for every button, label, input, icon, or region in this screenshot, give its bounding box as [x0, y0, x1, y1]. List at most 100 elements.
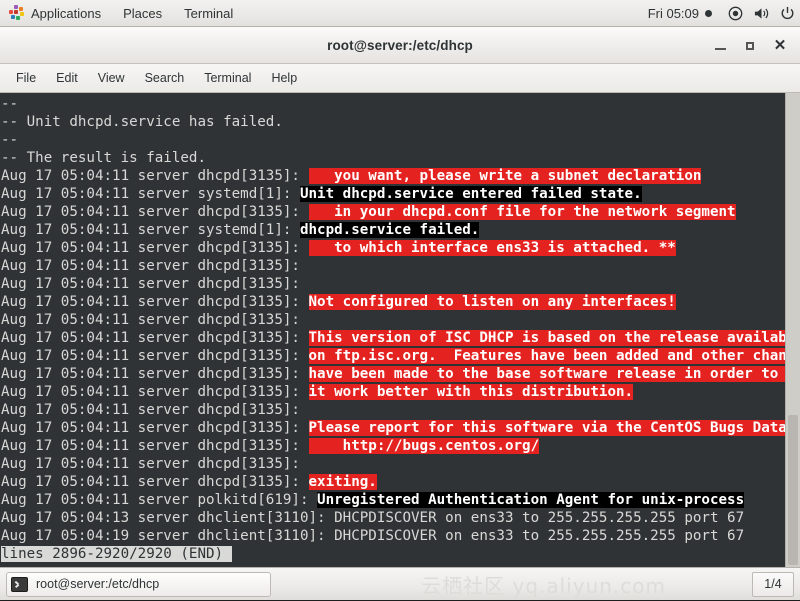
terminal-line: Aug 17 05:04:13 server dhclient[3110]: D…: [1, 509, 785, 527]
terminal-segment: it work better with this distribution.: [308, 384, 634, 400]
terminal-segment: dhcpd.service failed.: [299, 222, 480, 238]
terminal-segment: Unregistered Authentication Agent for un…: [317, 492, 745, 508]
menu-file[interactable]: File: [6, 64, 46, 93]
minimize-button[interactable]: [706, 32, 734, 60]
minimize-icon: [714, 48, 726, 50]
terminal-segment: Aug 17 05:04:11 server dhcpd[3135]:: [1, 294, 309, 310]
menu-search[interactable]: Search: [135, 64, 195, 93]
terminal-segment: Aug 17 05:04:11 server dhcpd[3135]:: [1, 348, 309, 364]
terminal-segment: -- Unit dhcpd.service has failed.: [1, 114, 283, 130]
terminal-segment: --: [1, 96, 19, 112]
terminal-segment: exiting.: [308, 474, 377, 490]
window-list-taskbar: root@server:/etc/dhcp 云栖社区 yq.aliyun.com…: [0, 567, 800, 600]
menu-terminal[interactable]: Terminal: [173, 0, 244, 27]
terminal-line: Aug 17 05:04:11 server dhcpd[3135]: This…: [1, 329, 785, 347]
workspace-switcher[interactable]: 1/4: [752, 571, 794, 597]
terminal-line: Aug 17 05:04:11 server systemd[1]: dhcpd…: [1, 221, 785, 239]
maximize-button[interactable]: [736, 32, 764, 60]
scrollbar-thumb[interactable]: [788, 415, 798, 565]
terminal-segment: Aug 17 05:04:11 server dhcpd[3135]:: [1, 204, 309, 220]
terminal-segment: lines 2896-2920/2920 (END): [1, 546, 224, 562]
terminal-segment: Aug 17 05:04:11 server dhcpd[3135]:: [1, 366, 309, 382]
terminal-segment: Aug 17 05:04:11 server dhcpd[3135]:: [1, 276, 309, 292]
terminal-line: Aug 17 05:04:11 server dhcpd[3135]: exit…: [1, 473, 785, 491]
terminal-segment: --: [1, 132, 19, 148]
terminal-segment: Aug 17 05:04:19 server dhclient[3110]: D…: [1, 528, 745, 544]
terminal-line: Aug 17 05:04:11 server dhcpd[3135]: on f…: [1, 347, 785, 365]
terminal-line: Aug 17 05:04:11 server dhcpd[3135]: Not …: [1, 293, 785, 311]
terminal-segment: http://bugs.centos.org/: [308, 438, 540, 454]
terminal-segment: Aug 17 05:04:11 server dhcpd[3135]:: [1, 420, 309, 436]
menu-help[interactable]: Help: [261, 64, 307, 93]
terminal-line: Aug 17 05:04:11 server dhcpd[3135]: it w…: [1, 383, 785, 401]
terminal-output[interactable]: -- -- Unit dhcpd.service has failed. -- -- …: [0, 93, 785, 567]
app-grid-icon: [8, 5, 24, 21]
terminal-icon: [11, 576, 28, 592]
clock[interactable]: Fri 05:09: [638, 6, 722, 21]
terminal-line: -- The result is failed.: [1, 149, 785, 167]
terminal-segment: Aug 17 05:04:11 server dhcpd[3135]:: [1, 240, 309, 256]
terminal-line: Aug 17 05:04:11 server dhcpd[3135]: to w…: [1, 239, 785, 257]
terminal-line: Aug 17 05:04:11 server dhcpd[3135]: in y…: [1, 203, 785, 221]
window-title: root@server:/etc/dhcp: [327, 37, 473, 53]
terminal-line: Aug 17 05:04:11 server dhcpd[3135]: you …: [1, 167, 785, 185]
terminal-segment: Aug 17 05:04:11 server dhcpd[3135]:: [1, 474, 309, 490]
terminal-segment: Aug 17 05:04:11 server dhcpd[3135]:: [1, 312, 309, 328]
terminal-line: Aug 17 05:04:11 server dhcpd[3135]:: [1, 311, 785, 329]
terminal-segment: Aug 17 05:04:11 server dhcpd[3135]:: [1, 330, 309, 346]
terminal-scrollbar[interactable]: [785, 93, 800, 567]
terminal-segment: Aug 17 05:04:11 server dhcpd[3135]:: [1, 168, 309, 184]
terminal-segment: [223, 546, 232, 562]
terminal-line: -- Unit dhcpd.service has failed.: [1, 113, 785, 131]
maximize-icon: [746, 41, 754, 50]
terminal-line: Aug 17 05:04:11 server systemd[1]: Unit …: [1, 185, 785, 203]
terminal-segment: Please report for this software via the …: [308, 420, 785, 436]
menu-terminal[interactable]: Terminal: [194, 64, 261, 93]
network-icon[interactable]: [722, 0, 748, 27]
close-button[interactable]: ✕: [766, 32, 794, 60]
terminal-line: lines 2896-2920/2920 (END): [1, 545, 785, 563]
terminal-segment: -- The result is failed.: [1, 150, 206, 166]
terminal-line: Aug 17 05:04:11 server dhcpd[3135]:: [1, 455, 785, 473]
menu-places[interactable]: Places: [112, 0, 173, 27]
window-buttons: ✕: [706, 27, 794, 64]
terminal-segment: Aug 17 05:04:13 server dhclient[3110]: D…: [1, 510, 745, 526]
terminal-segment: Aug 17 05:04:11 server dhcpd[3135]:: [1, 402, 309, 418]
menu-view[interactable]: View: [88, 64, 135, 93]
terminal-line: --: [1, 131, 785, 149]
terminal-line: Aug 17 05:04:11 server polkitd[619]: Unr…: [1, 491, 785, 509]
terminal-segment: Not configured to listen on any interfac…: [308, 294, 676, 310]
terminal-segment: Aug 17 05:04:11 server dhcpd[3135]:: [1, 438, 309, 454]
terminal-line: Aug 17 05:04:11 server dhcpd[3135]: have…: [1, 365, 785, 383]
taskbar-spacer: 云栖社区 yq.aliyun.com: [279, 568, 744, 601]
terminal-segment: Aug 17 05:04:11 server systemd[1]:: [1, 222, 300, 238]
window-titlebar[interactable]: root@server:/etc/dhcp ✕: [0, 27, 800, 64]
terminal-segment: Aug 17 05:04:11 server dhcpd[3135]:: [1, 258, 309, 274]
terminal-line: Aug 17 05:04:11 server dhcpd[3135]:: [1, 401, 785, 419]
taskbar-window-label: root@server:/etc/dhcp: [36, 577, 160, 591]
terminal-line: Aug 17 05:04:11 server dhcpd[3135]:: [1, 275, 785, 293]
terminal-line: Aug 17 05:04:11 server dhcpd[3135]: Plea…: [1, 419, 785, 437]
terminal-area: -- -- Unit dhcpd.service has failed. -- -- …: [0, 93, 800, 567]
menu-bar: File Edit View Search Terminal Help: [0, 64, 800, 93]
taskbar-window-button[interactable]: root@server:/etc/dhcp: [6, 571, 271, 597]
menu-applications[interactable]: Applications: [0, 0, 112, 27]
power-icon[interactable]: [774, 0, 800, 27]
close-icon: ✕: [773, 37, 787, 54]
menu-applications-label: Applications: [31, 5, 102, 21]
terminal-segment: on ftp.isc.org. Features have been added…: [308, 348, 785, 364]
menu-edit[interactable]: Edit: [46, 64, 88, 93]
terminal-window: root@server:/etc/dhcp ✕ File Edit View S…: [0, 27, 800, 567]
terminal-line: Aug 17 05:04:11 server dhcpd[3135]: http…: [1, 437, 785, 455]
terminal-line: Aug 17 05:04:19 server dhclient[3110]: D…: [1, 527, 785, 545]
recording-dot-icon: [705, 9, 712, 17]
clock-label: Fri 05:09: [647, 5, 699, 21]
watermark-text: 云栖社区 yq.aliyun.com: [421, 573, 666, 598]
volume-icon[interactable]: [748, 0, 774, 27]
terminal-segment: to which interface ens33 is attached. **: [308, 240, 676, 256]
gnome-top-bar: Applications Places Terminal Fri 05:09: [0, 0, 800, 27]
terminal-line: Aug 17 05:04:11 server dhcpd[3135]:: [1, 257, 785, 275]
terminal-segment: in your dhcpd.conf file for the network …: [308, 204, 736, 220]
terminal-segment: Aug 17 05:04:11 server dhcpd[3135]:: [1, 456, 309, 472]
terminal-segment: This version of ISC DHCP is based on the…: [308, 330, 785, 346]
